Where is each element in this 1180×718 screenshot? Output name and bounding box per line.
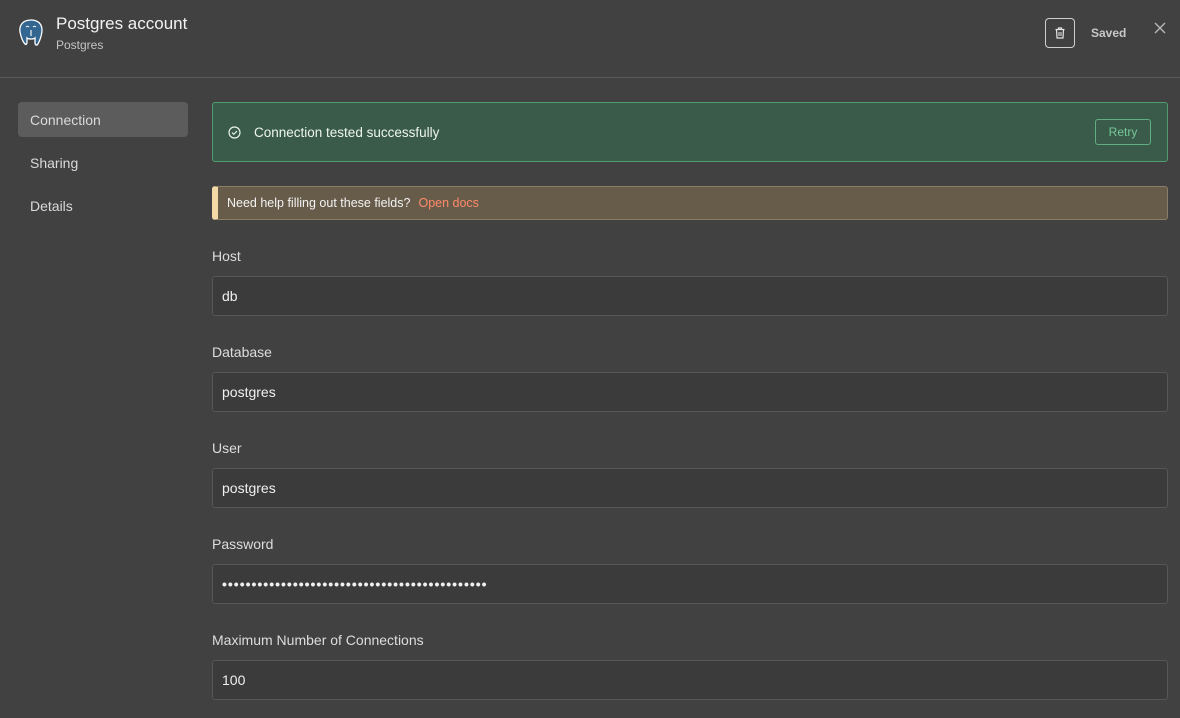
- open-docs-link[interactable]: Open docs: [418, 196, 478, 210]
- max-connections-input[interactable]: [212, 660, 1168, 700]
- success-message: Connection tested successfully: [254, 124, 440, 140]
- sidebar-item-label: Connection: [30, 111, 101, 128]
- password-input[interactable]: [212, 564, 1168, 604]
- success-banner: Connection tested successfully Retry: [212, 102, 1168, 162]
- user-field: User: [212, 440, 1168, 508]
- database-label: Database: [212, 344, 272, 360]
- sidebar-item-sharing[interactable]: Sharing: [18, 145, 188, 180]
- user-input[interactable]: [212, 468, 1168, 508]
- page-subtitle: Postgres: [56, 38, 104, 52]
- max-connections-label: Maximum Number of Connections: [212, 632, 424, 648]
- password-label: Password: [212, 536, 274, 552]
- postgres-elephant-icon: [19, 19, 43, 46]
- sidebar-item-label: Sharing: [30, 154, 79, 171]
- sidebar-item-details[interactable]: Details: [18, 188, 188, 223]
- database-field: Database: [212, 344, 1168, 412]
- host-label: Host: [212, 248, 241, 264]
- delete-button[interactable]: [1045, 18, 1075, 48]
- close-button[interactable]: [1152, 20, 1168, 36]
- close-icon: [1154, 22, 1166, 34]
- sidebar-item-connection[interactable]: Connection: [18, 102, 188, 137]
- password-field: Password: [212, 536, 1168, 604]
- host-input[interactable]: [212, 276, 1168, 316]
- database-input[interactable]: [212, 372, 1168, 412]
- connection-form: Connection tested successfully Retry Nee…: [212, 102, 1168, 700]
- sidebar: Connection Sharing Details: [18, 102, 188, 231]
- sidebar-item-label: Details: [30, 197, 73, 214]
- max-connections-field: Maximum Number of Connections: [212, 632, 1168, 700]
- user-label: User: [212, 440, 242, 456]
- help-notice: Need help filling out these fields? Open…: [212, 186, 1168, 220]
- host-field: Host: [212, 248, 1168, 316]
- help-text: Need help filling out these fields?: [227, 196, 411, 210]
- trash-icon: [1055, 27, 1065, 39]
- saved-status: Saved: [1091, 26, 1127, 40]
- check-circle-icon: [228, 125, 241, 139]
- modal-header: Postgres account Postgres Saved: [0, 0, 1180, 78]
- page-title: Postgres account: [56, 14, 188, 33]
- retry-button[interactable]: Retry: [1095, 119, 1151, 145]
